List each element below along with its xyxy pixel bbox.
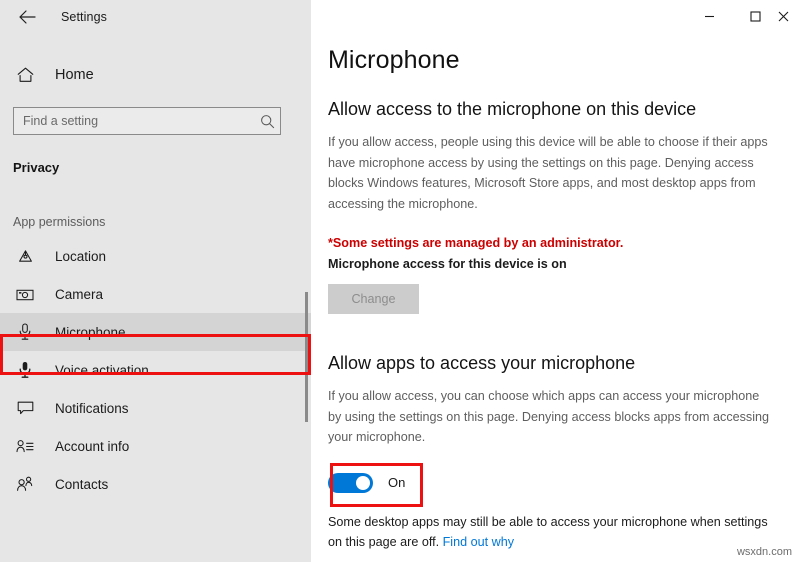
notification-icon [14,397,36,419]
account-info-icon [14,435,36,457]
sidebar-item-home[interactable]: Home [0,56,311,94]
sidebar-item-location[interactable]: Location [0,237,311,275]
sidebar-item-notifications-label: Notifications [55,400,129,416]
admin-managed-note: *Some settings are managed by an adminis… [328,236,624,250]
sidebar-item-home-label: Home [55,67,94,83]
desktop-apps-note-text: Some desktop apps may still be able to a… [328,514,768,549]
sidebar-item-contacts[interactable]: Contacts [0,465,311,503]
apps-access-toggle[interactable] [328,472,373,493]
sidebar-item-contacts-label: Contacts [55,476,109,492]
close-icon[interactable] [778,0,800,32]
window-controls [686,0,800,32]
search-box[interactable] [13,107,281,135]
device-section-heading: Allow access to the microphone on this d… [328,99,697,119]
sidebar-item-voice-activation-label: Voice activation [55,362,149,378]
sidebar-section-title: Privacy [13,160,60,175]
sidebar-item-camera-label: Camera [55,286,104,302]
watermark: wsxdn.com [736,546,792,558]
window-title: Settings [61,10,107,24]
sidebar-item-microphone-label: Microphone [55,324,126,340]
title-bar: Settings [0,0,311,34]
sidebar-item-camera[interactable]: Camera [0,275,311,313]
sidebar-scrollbar-thumb[interactable] [305,292,308,422]
apps-section-description: If you allow access, you can choose whic… [328,389,770,444]
search-input[interactable] [14,113,254,129]
microphone-icon [14,321,36,343]
sidebar-item-notifications[interactable]: Notifications [0,389,311,427]
sidebar-nav-list: Location Camera Microphone Voice activat… [0,237,311,503]
page-title: Microphone [328,46,460,74]
voice-activation-icon [14,359,36,381]
sidebar-group-label: App permissions [13,215,106,229]
search-icon[interactable] [254,114,280,129]
apps-access-toggle-row: On [328,470,405,496]
desktop-apps-note: Some desktop apps may still be able to a… [328,512,780,552]
minimize-icon[interactable] [686,0,732,32]
sidebar: Settings Home Privacy App permissions [0,0,311,562]
sidebar-item-voice-activation[interactable]: Voice activation [0,351,311,389]
device-section-description: If you allow access, people using this d… [328,135,768,211]
apps-section-heading: Allow apps to access your microphone [328,353,636,373]
sidebar-item-location-label: Location [55,248,107,264]
sidebar-item-microphone[interactable]: Microphone [0,313,311,351]
sidebar-item-account-info-label: Account info [55,438,130,454]
change-button[interactable]: Change [328,284,419,314]
location-pin-icon [14,245,36,267]
maximize-icon[interactable] [732,0,778,32]
apps-access-toggle-label: On [388,475,406,490]
toggle-knob [356,475,370,490]
sidebar-item-account-info[interactable]: Account info [0,427,311,465]
camera-icon [14,283,36,305]
main-content: Microphone Allow access to the microphon… [311,0,800,562]
back-arrow-icon[interactable] [14,4,40,30]
find-out-why-link[interactable]: Find out why [443,535,514,549]
settings-window: Settings Home Privacy App permissions [0,0,800,562]
device-access-status: Microphone access for this device is on [328,257,567,271]
home-icon [14,64,36,86]
contacts-icon [14,473,36,495]
